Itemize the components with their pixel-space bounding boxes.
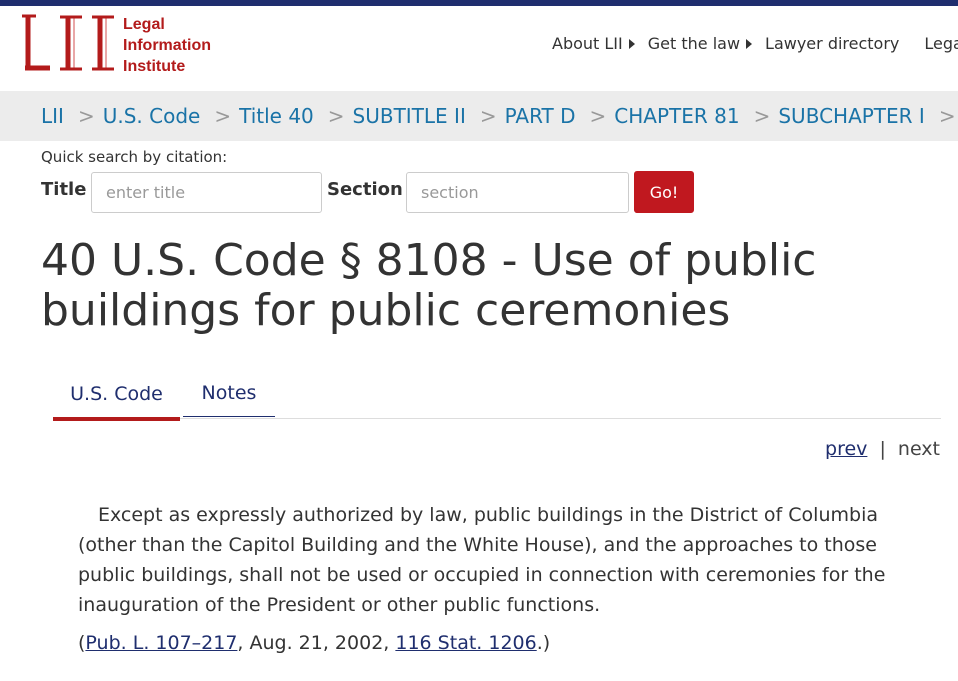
nav-label: About LII [552,34,623,53]
nav-label: Lawyer directory [765,34,900,53]
source-citation: (Pub. L. 107–217, Aug. 21, 2002, 116 Sta… [78,632,550,654]
nav-label: Get the law [647,34,741,53]
lii-logo[interactable]: Legal Information Institute [22,14,222,75]
breadcrumb-separator: > [938,104,956,128]
breadcrumb-separator: > [753,104,771,128]
tab-notes[interactable]: Notes [183,370,275,417]
caret-right-icon [628,38,635,49]
statute-text: Except as expressly authorized by law, p… [78,504,886,616]
breadcrumb-link-title-40[interactable]: Title 40 [239,104,314,128]
logo-wordmark: Legal Information Institute [123,14,211,77]
breadcrumb-link-subtitle-ii[interactable]: SUBTITLE II [353,104,466,128]
breadcrumb-separator: > [479,104,497,128]
nav-item-about-lii[interactable]: About LII [552,34,635,53]
nav-item-lawyer-directory[interactable]: Lawyer directory [765,34,899,53]
tab-us-code[interactable]: U.S. Code [53,370,180,421]
section-input[interactable]: section [406,172,629,213]
section-field-label: Section [327,179,403,200]
title-input[interactable]: enter title [91,172,322,213]
breadcrumb-separator: > [327,104,345,128]
breadcrumb-link-us-code[interactable]: U.S. Code [103,104,201,128]
nav-item-legal[interactable]: Legal [924,34,958,53]
breadcrumb-link-lii[interactable]: LII [41,104,64,128]
pager-divider: | [879,438,886,460]
citation-date: , Aug. 21, 2002, [237,632,396,654]
breadcrumb-bar: LII > U.S. Code > Title 40 > SUBTITLE II… [0,91,958,141]
section-pager: prev | next [825,438,940,460]
citation-close: .) [536,632,551,654]
top-nav: About LII Get the law Lawyer directory L… [552,34,958,53]
quick-search-label: Quick search by citation: [41,148,228,166]
prev-link[interactable]: prev [825,438,867,460]
breadcrumb-link-part-d[interactable]: PART D [505,104,576,128]
tab-bar: U.S. Code Notes [53,370,941,421]
stat-link[interactable]: 116 Stat. 1206 [395,632,536,654]
lii-logo-mark [22,14,114,71]
breadcrumb-link-chapter-81[interactable]: CHAPTER 81 [614,104,739,128]
nav-label: Legal [924,34,958,53]
breadcrumb-separator: > [589,104,607,128]
breadcrumb: LII > U.S. Code > Title 40 > SUBTITLE II… [41,104,958,128]
breadcrumb-link-subchapter-i[interactable]: SUBCHAPTER I [778,104,924,128]
next-link[interactable]: next [898,438,940,460]
breadcrumb-separator: > [214,104,232,128]
pub-law-link[interactable]: Pub. L. 107–217 [85,632,237,654]
breadcrumb-separator: > [77,104,95,128]
nav-item-get-the-law[interactable]: Get the law [647,34,753,53]
top-accent-bar [0,0,958,6]
title-field-label: Title [41,179,87,200]
caret-right-icon [746,38,753,49]
logo-line-institute: Institute [123,58,186,75]
logo-line-legal: Legal [123,16,165,33]
go-button[interactable]: Go! [634,171,694,213]
page-title: 40 U.S. Code § 8108 - Use of public buil… [41,235,817,336]
logo-line-information: Information [123,37,211,54]
